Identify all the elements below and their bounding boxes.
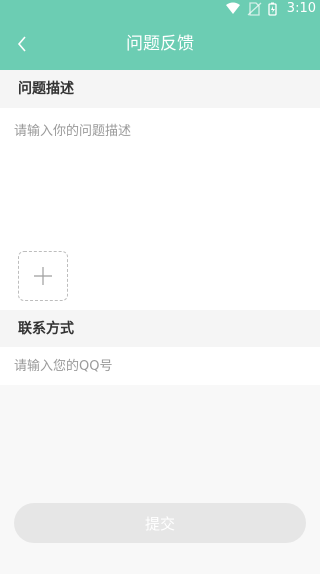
wifi-icon: [226, 2, 240, 14]
status-time: 3:10: [286, 1, 316, 16]
submit-button[interactable]: 提交: [14, 503, 306, 543]
no-sim-icon: [247, 2, 262, 16]
battery-charging-icon: [268, 2, 277, 16]
plus-icon: [34, 267, 52, 285]
title-bar: 问题反馈: [0, 22, 320, 66]
page-title: 问题反馈: [126, 34, 194, 54]
add-image-button[interactable]: [18, 251, 68, 301]
qq-input[interactable]: [14, 353, 306, 379]
description-textarea[interactable]: [14, 120, 306, 240]
status-bar: 3:10: [0, 0, 320, 18]
status-icons: [226, 2, 277, 16]
contact-section-label: 联系方式: [0, 310, 320, 348]
contact-box: [0, 347, 320, 385]
app-header: 3:10 问题反馈: [0, 0, 320, 70]
description-section-label: 问题描述: [0, 70, 320, 108]
description-box: [0, 108, 320, 310]
